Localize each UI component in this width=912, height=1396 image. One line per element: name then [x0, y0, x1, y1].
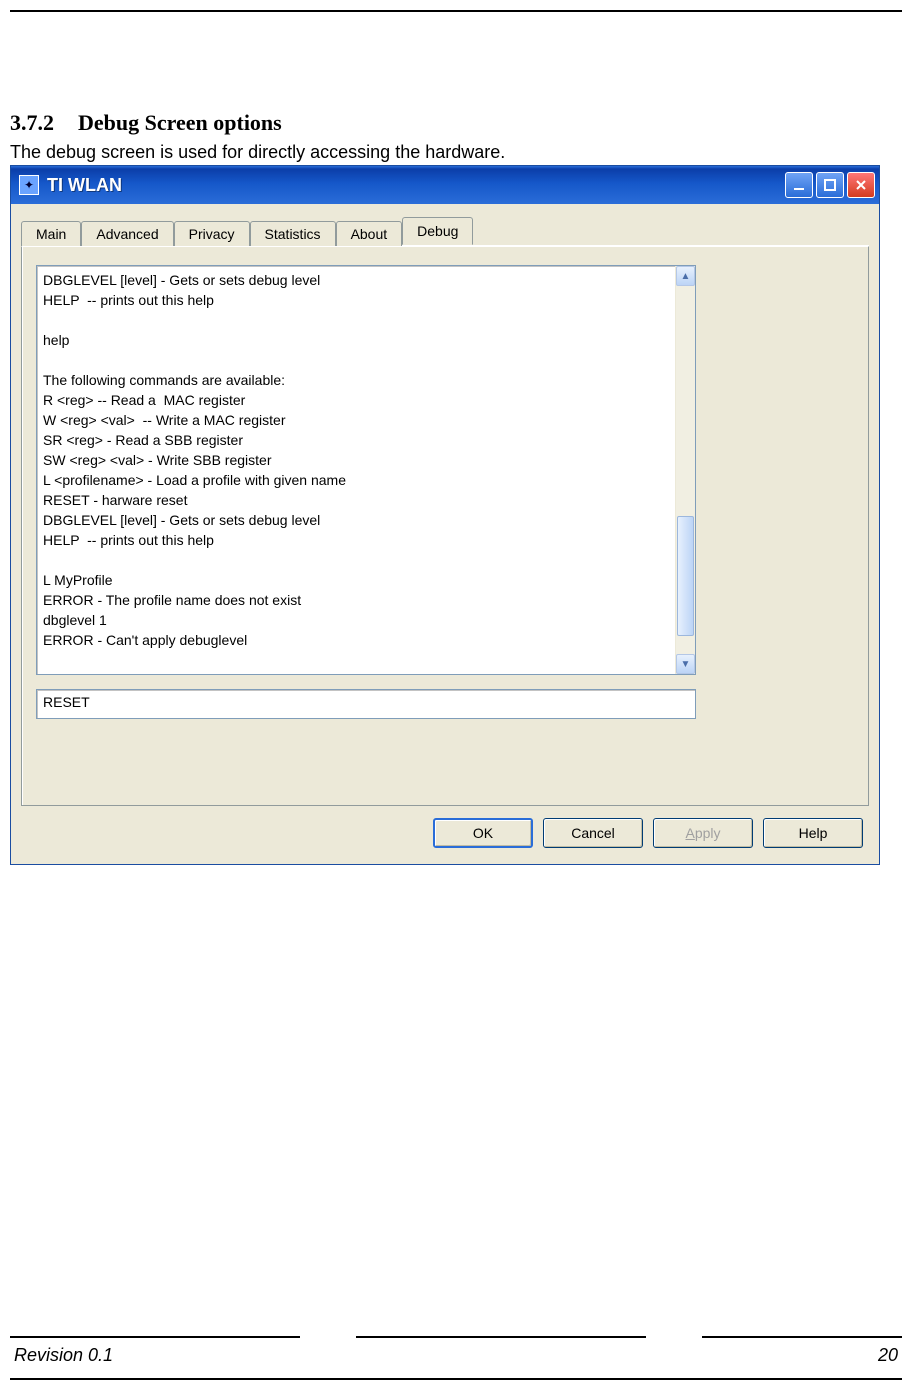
ok-button[interactable]: OK	[433, 818, 533, 848]
tab-strip: Main Advanced Privacy Statistics About D…	[21, 218, 869, 246]
chevron-up-icon: ▲	[681, 271, 691, 282]
maximize-icon	[823, 178, 837, 192]
maximize-button[interactable]	[816, 172, 844, 198]
scrollbar[interactable]: ▲ ▼	[675, 266, 695, 674]
page-bottom-rule	[10, 1378, 902, 1380]
app-icon: ✦	[19, 175, 39, 195]
close-icon	[854, 178, 868, 192]
apply-button[interactable]: Apply	[653, 818, 753, 848]
tab-debug[interactable]: Debug	[402, 217, 473, 245]
tab-privacy[interactable]: Privacy	[174, 221, 250, 246]
section-number: 3.7.2	[10, 110, 54, 136]
footer: Revision 0.1 20	[14, 1345, 898, 1366]
tab-main[interactable]: Main	[21, 221, 81, 246]
page-top-rule	[10, 10, 902, 12]
intro-text: The debug screen is used for directly ac…	[10, 142, 902, 163]
tab-statistics[interactable]: Statistics	[250, 221, 336, 246]
window-title: TI WLAN	[47, 175, 785, 196]
titlebar[interactable]: ✦ TI WLAN	[11, 166, 879, 204]
scroll-up-button[interactable]: ▲	[676, 266, 695, 286]
cancel-button[interactable]: Cancel	[543, 818, 643, 848]
dialog-button-row: OK Cancel Apply Help	[21, 806, 869, 854]
minimize-button[interactable]	[785, 172, 813, 198]
help-button[interactable]: Help	[763, 818, 863, 848]
debug-command-input[interactable]: RESET	[36, 689, 696, 719]
footer-revision: Revision 0.1	[14, 1345, 113, 1366]
scroll-down-button[interactable]: ▼	[676, 654, 695, 674]
tab-about[interactable]: About	[336, 221, 403, 246]
debug-output[interactable]: DBGLEVEL [level] - Gets or sets debug le…	[36, 265, 696, 675]
tab-panel-debug: DBGLEVEL [level] - Gets or sets debug le…	[21, 246, 869, 806]
section-title: Debug Screen options	[78, 110, 282, 135]
tab-advanced[interactable]: Advanced	[81, 221, 173, 246]
client-area: Main Advanced Privacy Statistics About D…	[11, 204, 879, 864]
chevron-down-icon: ▼	[681, 659, 691, 670]
scroll-thumb[interactable]	[677, 516, 694, 636]
scroll-track[interactable]	[676, 286, 695, 654]
close-button[interactable]	[847, 172, 875, 198]
footer-rules	[10, 1336, 902, 1338]
footer-page-number: 20	[878, 1345, 898, 1366]
apply-label: Apply	[685, 825, 720, 841]
minimize-icon	[792, 178, 806, 192]
app-window: ✦ TI WLAN Main Advanced	[10, 165, 880, 865]
section-heading: 3.7.2 Debug Screen options	[10, 110, 902, 136]
